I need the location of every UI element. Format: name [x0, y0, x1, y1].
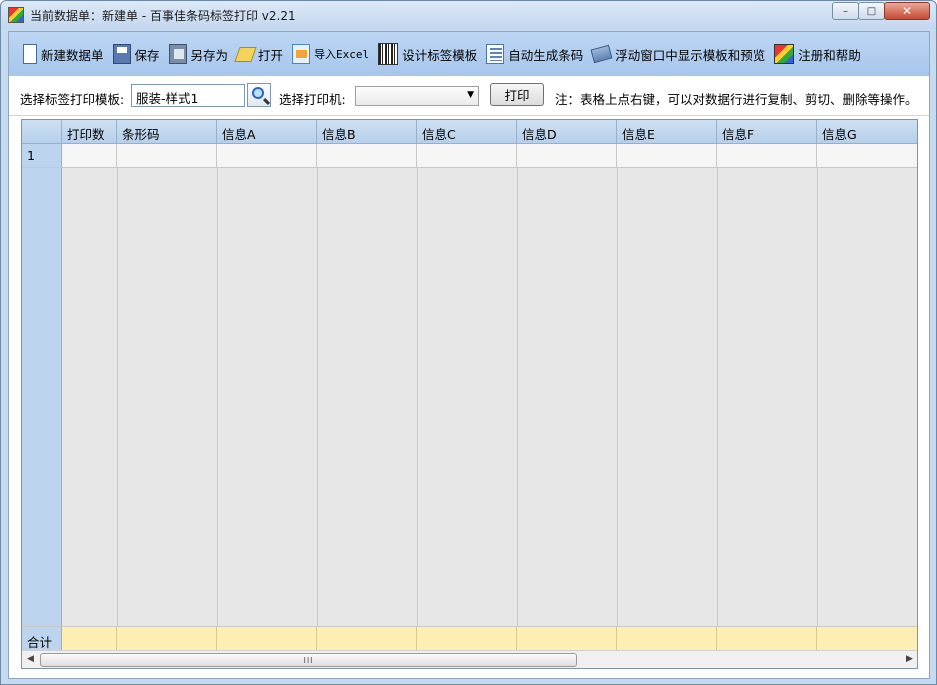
save-icon [112, 44, 131, 64]
table-cell[interactable] [617, 144, 717, 167]
close-button[interactable]: ✕ [884, 2, 930, 20]
save-as-button[interactable]: 另存为 [168, 44, 229, 64]
column-divider [817, 168, 818, 626]
new-doc-icon [23, 44, 37, 64]
list-icon [486, 44, 505, 64]
open-icon [234, 46, 257, 62]
new-datasheet-label: 新建数据单 [41, 47, 104, 63]
summary-cell [517, 627, 617, 651]
auto-generate-barcode-button[interactable]: 自动生成条码 [486, 44, 583, 64]
window-controls: – □ ✕ [832, 2, 930, 20]
col-header-barcode[interactable]: 条形码 [117, 120, 217, 144]
title-bar[interactable]: 当前数据单：新建单 - 百事佳条码标签打印 v2.21 – □ ✕ [1, 1, 936, 29]
scroll-thumb[interactable]: III [40, 653, 577, 667]
template-field[interactable]: 服装-样式1 [131, 84, 245, 107]
import-excel-icon [292, 44, 311, 64]
barcode-icon [378, 43, 399, 65]
col-header-info-b[interactable]: 信息B [317, 120, 417, 144]
save-label: 保存 [134, 47, 160, 63]
summary-cell [217, 627, 317, 651]
grid-header-row: 打印数 条形码 信息A 信息B 信息C 信息D 信息E 信息F 信息G [22, 120, 917, 144]
template-browse-button[interactable] [247, 83, 271, 107]
open-label: 打开 [258, 47, 284, 63]
minimize-button[interactable]: – [832, 2, 859, 20]
window-title: 当前数据单：新建单 - 百事佳条码标签打印 v2.21 [30, 9, 296, 23]
summary-row: 合计 [22, 626, 917, 651]
maximize-button[interactable]: □ [858, 2, 885, 20]
summary-cell [317, 627, 417, 651]
float-window-label: 浮动窗口中显示模板和预览 [615, 47, 766, 63]
column-divider [417, 168, 418, 626]
row-header-cell[interactable]: 1 [22, 144, 62, 167]
client-area: 新建数据单 保存 另存为 打开 导入Excel 设计标签模板 自动生成条码 浮动… [8, 31, 930, 679]
summary-cell [617, 627, 717, 651]
table-cell[interactable] [517, 144, 617, 167]
table-row[interactable]: 1 [22, 144, 917, 168]
import-excel-button[interactable]: 导入Excel [292, 44, 369, 64]
note-text: 注：表格上点右键，可以对数据行进行复制、剪切、删除等操作。 [555, 92, 918, 107]
template-label: 选择标签打印模板: [20, 92, 125, 107]
table-cell[interactable] [62, 144, 117, 167]
table-cell[interactable] [317, 144, 417, 167]
col-header-info-a[interactable]: 信息A [217, 120, 317, 144]
summary-cell [817, 627, 917, 651]
dropdown-arrow-icon: ▼ [467, 90, 474, 100]
design-template-button[interactable]: 设计标签模板 [378, 43, 477, 65]
horizontal-scrollbar[interactable]: ◀ III ▶ [22, 650, 917, 668]
data-grid[interactable]: 打印数 条形码 信息A 信息B 信息C 信息D 信息E 信息F 信息G 1 合计… [21, 119, 918, 669]
column-divider [517, 168, 518, 626]
col-header-info-e[interactable]: 信息E [617, 120, 717, 144]
column-divider [217, 168, 218, 626]
app-logo-icon [8, 7, 24, 23]
table-cell[interactable] [117, 144, 217, 167]
scroll-right-arrow-icon[interactable]: ▶ [906, 654, 913, 664]
float-window-preview-button[interactable]: 浮动窗口中显示模板和预览 [590, 44, 766, 64]
printer-label: 选择打印机: [279, 92, 346, 107]
corner-cell[interactable] [22, 120, 62, 144]
summary-label: 合计 [22, 627, 62, 651]
save-button[interactable]: 保存 [112, 44, 160, 64]
new-datasheet-button[interactable]: 新建数据单 [23, 44, 104, 64]
summary-cell [417, 627, 517, 651]
col-header-print-count[interactable]: 打印数 [62, 120, 117, 144]
scroll-grip-icon: III [303, 655, 314, 665]
print-button[interactable]: 打印 [490, 83, 544, 106]
register-help-button[interactable]: 注册和帮助 [774, 44, 861, 64]
scroll-left-arrow-icon[interactable]: ◀ [27, 654, 34, 664]
register-help-label: 注册和帮助 [798, 47, 861, 63]
table-cell[interactable] [817, 144, 917, 167]
toolbar: 新建数据单 保存 另存为 打开 导入Excel 设计标签模板 自动生成条码 浮动… [9, 32, 929, 76]
summary-cell [117, 627, 217, 651]
printer-select[interactable]: ▼ [355, 86, 479, 106]
col-header-info-c[interactable]: 信息C [417, 120, 517, 144]
open-button[interactable]: 打开 [234, 45, 284, 64]
help-icon [774, 44, 795, 64]
magnifier-icon [252, 87, 264, 99]
save-as-label: 另存为 [190, 47, 229, 63]
table-cell[interactable] [717, 144, 817, 167]
summary-cell [62, 627, 117, 651]
column-divider [717, 168, 718, 626]
import-excel-label: 导入Excel [314, 48, 370, 61]
design-template-label: 设计标签模板 [402, 47, 478, 63]
table-cell[interactable] [417, 144, 517, 167]
column-divider [317, 168, 318, 626]
app-window: 当前数据单：新建单 - 百事佳条码标签打印 v2.21 – □ ✕ 新建数据单 … [0, 0, 937, 685]
summary-cell [717, 627, 817, 651]
save-as-icon [168, 44, 187, 64]
options-row: 选择标签打印模板: 服装-样式1 选择打印机: ▼ 打印 注：表格上点右键，可以… [9, 76, 929, 116]
table-cell[interactable] [217, 144, 317, 167]
auto-generate-label: 自动生成条码 [508, 47, 584, 63]
column-divider [617, 168, 618, 626]
col-header-info-g[interactable]: 信息G [817, 120, 917, 144]
row-header-column [22, 120, 62, 650]
col-header-info-d[interactable]: 信息D [517, 120, 617, 144]
column-divider [117, 168, 118, 626]
col-header-info-f[interactable]: 信息F [717, 120, 817, 144]
float-window-icon [590, 44, 613, 64]
